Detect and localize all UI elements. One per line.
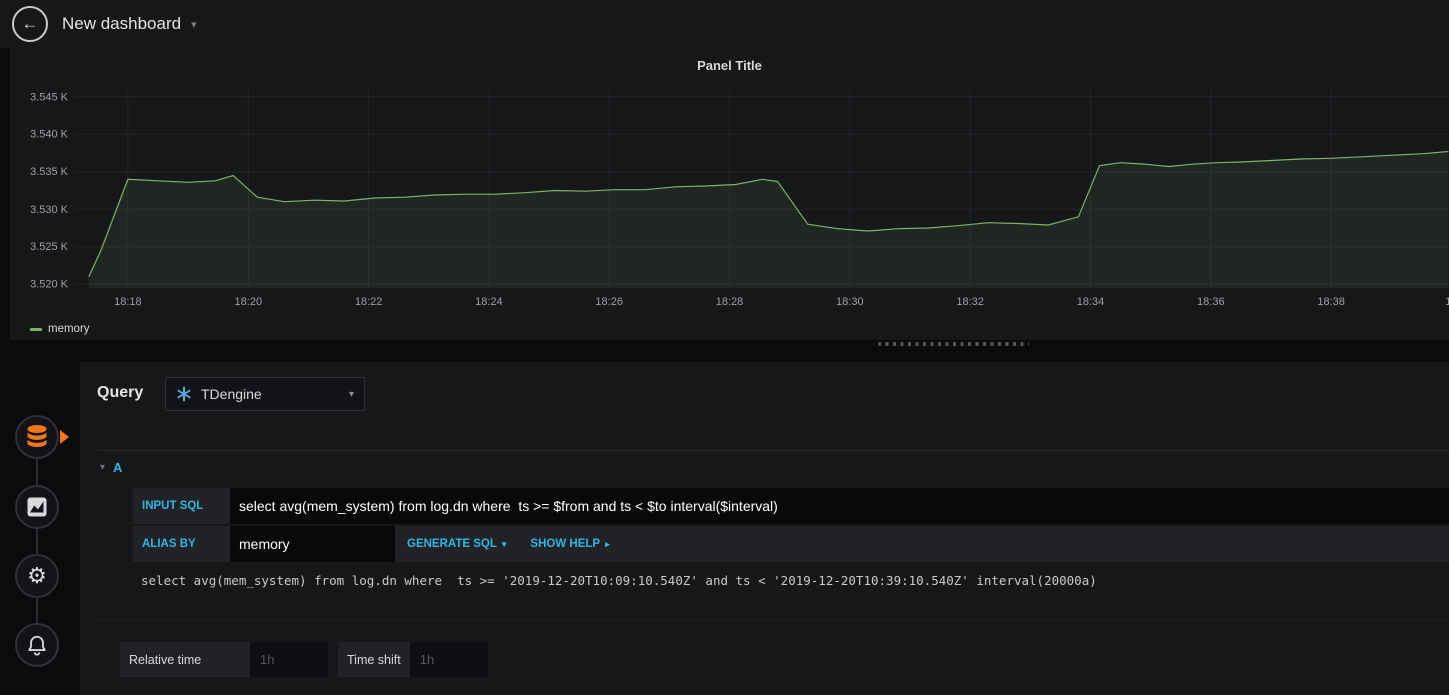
svg-text:18:36: 18:36 [1197, 296, 1225, 308]
grafana-panel-edit-page: ← New dashboard ▾ 3.545 K 3.540 K 3.535 K3… [0, 0, 1449, 695]
svg-text:3.540 K: 3.540 K [30, 129, 69, 141]
svg-text:3.545 K: 3.545 K [30, 91, 69, 103]
tab-connector-line [36, 437, 38, 645]
panel-title[interactable]: Panel Title [10, 58, 1449, 73]
svg-text:18:22: 18:22 [355, 296, 383, 308]
generate-sql-label: GENERATE SQL [407, 538, 497, 550]
input-sql-row: INPUT SQL [133, 488, 1449, 524]
gear-icon: ⚙ [27, 563, 47, 588]
legend-color-swatch [30, 327, 42, 331]
bell-icon [28, 635, 46, 656]
svg-text:3.525 K: 3.525 K [30, 241, 69, 253]
alias-by-row: ALIAS BY GENERATE SQL ▾ SHOW HELP ▸ [133, 526, 1449, 562]
svg-text:18:38: 18:38 [1317, 296, 1345, 308]
query-row-header[interactable]: ▾ A [100, 460, 122, 475]
svg-text:18:34: 18:34 [1077, 296, 1105, 308]
horizontal-scrollbar[interactable] [878, 342, 1029, 346]
collapse-caret-icon: ▾ [100, 462, 106, 473]
generated-sql-text: select avg(mem_system) from log.dn where… [141, 573, 1097, 588]
legend-label: memory [48, 323, 90, 335]
query-divider [97, 450, 1449, 451]
back-button[interactable]: ← [12, 6, 48, 42]
svg-text:18:26: 18:26 [595, 296, 623, 308]
svg-text:18:28: 18:28 [716, 296, 744, 308]
tdengine-logo-icon [177, 386, 191, 402]
relative-time-label: Relative time [120, 642, 250, 677]
generate-sql-caret-icon: ▾ [501, 538, 507, 549]
datasource-name: TDengine [201, 386, 262, 402]
query-section-title: Query [97, 384, 144, 401]
svg-text:3.530 K: 3.530 K [30, 204, 69, 216]
time-options-row: Relative time Time shift [120, 642, 488, 677]
dashboard-title: New dashboard [62, 14, 182, 33]
tab-queries[interactable] [15, 415, 59, 459]
tab-general[interactable]: ⚙ [15, 554, 59, 598]
tab-visualization[interactable] [15, 485, 59, 529]
time-shift-field[interactable] [409, 642, 488, 677]
datasource-caret-icon: ▾ [348, 388, 354, 400]
alias-by-field[interactable] [230, 526, 395, 562]
show-help-caret-icon: ▸ [605, 538, 610, 549]
input-sql-field[interactable] [230, 488, 1449, 524]
svg-text:18:30: 18:30 [836, 296, 864, 308]
svg-text:18:32: 18:32 [956, 296, 984, 308]
input-sql-label: INPUT SQL [133, 488, 230, 524]
legend-item-memory[interactable]: memory [30, 323, 90, 335]
time-shift-label: Time shift [338, 642, 410, 677]
generate-sql-button[interactable]: GENERATE SQL ▾ [395, 526, 518, 562]
active-tab-arrow-icon [60, 430, 69, 444]
svg-text:3.520 K: 3.520 K [30, 279, 69, 291]
options-divider [97, 620, 1449, 621]
top-navbar: ← New dashboard ▾ [0, 0, 1449, 48]
tab-alert[interactable] [15, 623, 59, 667]
svg-text:18:20: 18:20 [235, 296, 263, 308]
arrow-left-icon: ← [21, 14, 39, 33]
alias-row-actions: GENERATE SQL ▾ SHOW HELP ▸ [395, 526, 1449, 562]
query-ref-id: A [113, 460, 123, 475]
alias-by-label: ALIAS BY [133, 526, 230, 562]
database-icon [27, 425, 47, 448]
show-help-button[interactable]: SHOW HELP ▸ [518, 526, 621, 562]
graph-legend: memory [30, 323, 90, 335]
relative-time-field[interactable] [250, 642, 328, 677]
svg-text:18: 18 [1445, 296, 1449, 308]
svg-text:18:18: 18:18 [114, 296, 142, 308]
svg-text:3.535 K: 3.535 K [30, 166, 69, 178]
show-help-label: SHOW HELP [530, 538, 601, 550]
svg-text:18:24: 18:24 [475, 296, 503, 308]
graph-panel: 3.545 K 3.540 K 3.535 K 3.530 K 3.525 K 3.520… [10, 48, 1449, 340]
datasource-picker[interactable]: TDengine ▾ [165, 377, 365, 411]
query-editor-section: Query TDengine ▾ ▾ A INPUT SQL ALIAS BY … [80, 362, 1449, 695]
dashboard-title-caret-icon[interactable]: ▾ [191, 18, 197, 31]
chart-icon [27, 497, 47, 517]
time-series-graph[interactable]: 3.545 K 3.540 K 3.535 K 3.530 K 3.525 K 3.520… [10, 48, 1449, 313]
